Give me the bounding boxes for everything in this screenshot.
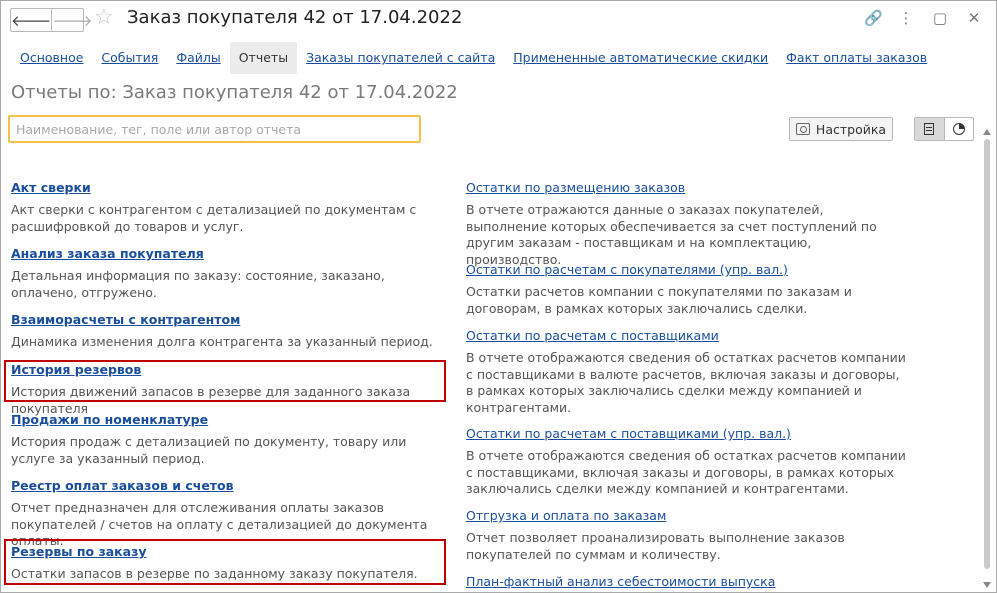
maximize-icon[interactable]: ▢ (932, 9, 948, 27)
report-link[interactable]: Взаиморасчеты с контрагентом (11, 312, 451, 328)
report-link[interactable]: Реестр оплат заказов и счетов (11, 478, 451, 494)
report-description: В отчете отображаются сведения об остатк… (466, 448, 906, 496)
report-description: В отчете отображаются сведения об остатк… (466, 350, 906, 415)
report-search-input[interactable] (10, 117, 431, 141)
tab-website-orders[interactable]: Заказы покупателей с сайта (297, 42, 504, 74)
tab-bar: Основное События Файлы Отчеты Заказы пок… (11, 42, 936, 74)
vertical-scrollbar[interactable] (981, 129, 993, 590)
settings-button-label: Настройка (815, 121, 887, 137)
pie-chart-icon (952, 123, 965, 135)
more-icon[interactable]: ⋮ (898, 9, 914, 27)
report-link[interactable]: Остатки по расчетам с поставщиками (упр.… (466, 426, 906, 442)
page-title: Отчеты по: Заказ покупателя 42 от 17.04.… (11, 82, 458, 103)
view-mode-toggle (914, 117, 974, 141)
tab-order-payments[interactable]: Факт оплаты заказов (777, 42, 936, 74)
tab-main[interactable]: Основное (11, 42, 92, 74)
report-search-field (8, 115, 431, 143)
report-link[interactable]: Остатки по размещению заказов (466, 180, 906, 196)
tab-events[interactable]: События (92, 42, 167, 74)
report-description: Акт сверки с контрагентом с детализацией… (11, 202, 417, 234)
favorite-star-icon[interactable]: ☆ (94, 5, 114, 30)
highlight-frame (4, 360, 446, 402)
report-link[interactable]: Акт сверки (11, 180, 451, 196)
report-item: Акт сверки Акт сверки с контрагентом с д… (11, 180, 451, 235)
report-item: Анализ заказа покупателя Детальная инфор… (11, 246, 451, 301)
report-link[interactable]: Продажи по номенклатуре (11, 412, 451, 428)
report-item: Отгрузка и оплата по заказам Отчет позво… (466, 508, 906, 563)
report-description: Отчет позволяет проанализировать выполне… (466, 530, 845, 562)
settings-icon (795, 123, 810, 135)
report-description: История продаж с детализацией по докумен… (11, 434, 407, 466)
close-icon[interactable]: ✕ (966, 9, 982, 27)
forward-arrow-icon[interactable]: 🡒 (51, 9, 92, 31)
scrollbar-thumb[interactable] (984, 139, 990, 569)
list-view-button[interactable] (915, 118, 944, 140)
tab-files[interactable]: Файлы (167, 42, 229, 74)
report-item: Остатки по расчетам с поставщиками (упр.… (466, 426, 906, 498)
report-item: Взаиморасчеты с контрагентом Динамика из… (11, 312, 451, 351)
report-description: Детальная информация по заказу: состояни… (11, 268, 385, 300)
list-view-icon (924, 123, 935, 135)
chart-view-button[interactable] (943, 118, 974, 140)
highlight-frame (4, 539, 446, 585)
navigation-buttons: 🡐 🡒 (10, 8, 92, 32)
report-link[interactable]: Остатки по расчетам с поставщиками (466, 328, 906, 344)
tab-auto-discounts[interactable]: Примененные автоматические скидки (504, 42, 777, 74)
report-link[interactable]: Отгрузка и оплата по заказам (466, 508, 906, 524)
report-description: Остатки расчетов компании с покупателями… (466, 284, 852, 316)
report-item: Продажи по номенклатуре История продаж с… (11, 412, 451, 467)
back-arrow-icon[interactable]: 🡐 (11, 9, 51, 31)
window-title: Заказ покупателя 42 от 17.04.2022 (127, 7, 463, 28)
report-link[interactable]: Анализ заказа покупателя (11, 246, 451, 262)
report-item: Остатки по расчетам с поставщиками В отч… (466, 328, 906, 416)
tab-reports[interactable]: Отчеты (229, 42, 298, 74)
report-link[interactable]: План-фактный анализ себестоимости выпуск… (466, 574, 906, 590)
report-window: 🡐 🡒 ☆ Заказ покупателя 42 от 17.04.2022 … (0, 0, 997, 593)
scroll-down-icon[interactable] (983, 582, 991, 588)
report-item: Остатки по размещению заказов В отчете о… (466, 180, 906, 268)
report-item: План-фактный анализ себестоимости выпуск… (466, 574, 906, 590)
report-description: Динамика изменения долга контрагента за … (11, 334, 433, 349)
report-description: В отчете отражаются данные о заказах пок… (466, 202, 877, 267)
window-controls: 🔗 ⋮ ▢ ✕ (864, 9, 982, 27)
report-item: Остатки по расчетам с покупателями (упр.… (466, 262, 906, 317)
link-icon[interactable]: 🔗 (864, 9, 883, 27)
scroll-up-icon[interactable] (983, 129, 991, 135)
settings-button[interactable]: Настройка (789, 117, 893, 141)
report-list: Акт сверки Акт сверки с контрагентом с д… (1, 171, 981, 592)
report-link[interactable]: Остатки по расчетам с покупателями (упр.… (466, 262, 906, 278)
